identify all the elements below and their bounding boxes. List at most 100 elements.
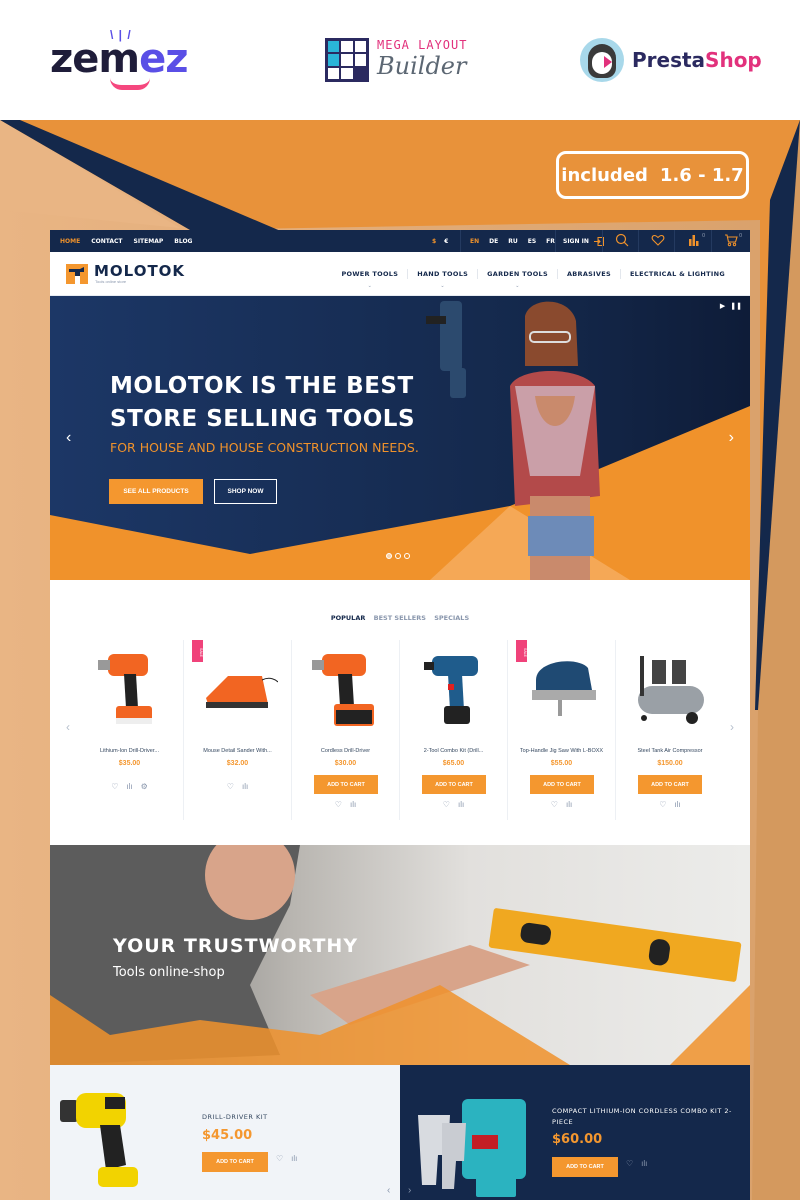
compare-icon[interactable]: ılı <box>126 782 132 791</box>
heart-icon[interactable]: ♡ <box>626 1159 633 1168</box>
product-image[interactable] <box>630 646 710 728</box>
compare-icon[interactable]: ılı <box>291 1154 297 1163</box>
wishlist-button[interactable] <box>651 233 665 249</box>
product-image[interactable] <box>414 646 494 728</box>
badge-label: included <box>561 164 648 186</box>
compare-button[interactable]: 0 <box>687 233 705 249</box>
slider-pagination <box>386 553 410 559</box>
currency-switcher: $ € <box>432 230 448 252</box>
add-to-cart-button[interactable]: ADD TO CART <box>314 775 378 794</box>
compare-icon <box>689 235 699 246</box>
quick-view-icon[interactable]: ⚙ <box>141 782 148 791</box>
lang-fr[interactable]: FR <box>546 238 555 245</box>
search-button[interactable] <box>615 233 629 249</box>
top-link-contact[interactable]: CONTACT <box>91 238 122 245</box>
add-to-cart-button[interactable]: ADD TO CART <box>530 775 594 794</box>
compare-icon[interactable]: ılı <box>242 782 248 791</box>
top-link-sitemap[interactable]: SITEMAP <box>134 238 164 245</box>
combo-kit-image[interactable] <box>410 1095 530 1200</box>
tab-popular[interactable]: POPULAR <box>331 614 366 622</box>
hero-subtitle: FOR HOUSE AND HOUSE CONSTRUCTION NEEDS. <box>110 440 419 455</box>
product-price: $35.00 <box>118 760 141 767</box>
heart-icon[interactable]: ♡ <box>443 800 450 809</box>
store-logo-name[interactable]: MOLOTOK <box>94 262 185 280</box>
cart-button[interactable]: 0 <box>724 233 742 249</box>
nav-garden-tools[interactable]: GARDEN TOOLS ⌄ <box>477 269 557 289</box>
hammer-logo-icon[interactable] <box>66 264 88 284</box>
product-image[interactable] <box>306 646 386 728</box>
hero-slider: MOLOTOK IS THE BEST STORE SELLING TOOLS F… <box>50 296 750 580</box>
lang-ru[interactable]: RU <box>508 238 518 245</box>
slide-dot[interactable] <box>395 553 401 559</box>
tab-specials[interactable]: SPECIALS <box>434 614 469 622</box>
featured-prev-icon[interactable]: ‹ <box>387 1185 390 1196</box>
heart-icon[interactable]: ♡ <box>111 782 118 791</box>
heart-icon[interactable]: ♡ <box>551 800 558 809</box>
compare-icon[interactable]: ılı <box>458 800 464 809</box>
product-price: $30.00 <box>334 760 357 767</box>
nav-hand-tools[interactable]: HAND TOOLS ⌄ <box>407 269 477 289</box>
product-name[interactable]: Steel Tank Air Compressor <box>618 748 722 754</box>
drill-driver-kit-image[interactable] <box>60 1085 180 1195</box>
tab-best-sellers[interactable]: BEST SELLERS <box>374 614 426 622</box>
lang-es[interactable]: ES <box>528 238 536 245</box>
product-tabs: POPULAR BEST SELLERS SPECIALS <box>50 614 750 622</box>
add-to-cart-button[interactable]: ADD TO CART <box>202 1152 268 1172</box>
store-preview: HOME CONTACT SITEMAP BLOG $ € EN DE RU E… <box>50 230 750 1200</box>
product-tabs-section: POPULAR BEST SELLERS SPECIALS ‹ › Lithiu… <box>50 580 750 845</box>
sign-in-link[interactable]: SIGN IN <box>563 230 604 252</box>
product-actions: ♡ ılı <box>616 800 724 809</box>
slider-controls: ▶ ❚❚ <box>720 302 742 310</box>
add-to-cart-button[interactable]: ADD TO CART <box>422 775 486 794</box>
language-switcher: EN DE RU ES FR <box>470 230 555 252</box>
product-name[interactable]: 2-Tool Combo Kit (Drill... <box>402 748 505 754</box>
compare-icon[interactable]: ılı <box>641 1159 647 1168</box>
slide-dot[interactable] <box>386 553 392 559</box>
hero-prev-arrow-icon[interactable]: ‹ <box>66 429 71 447</box>
carousel-prev-icon[interactable]: ‹ <box>66 720 70 734</box>
heart-icon[interactable]: ♡ <box>335 800 342 809</box>
carousel-next-icon[interactable]: › <box>730 720 734 734</box>
add-to-cart-button[interactable]: ADD TO CART <box>552 1157 618 1177</box>
featured-product-name[interactable]: DRILL-DRIVER KIT <box>202 1112 268 1123</box>
product-name[interactable]: Cordless Drill-Driver <box>294 748 397 754</box>
featured-next-icon[interactable]: › <box>408 1185 411 1196</box>
currency-usd[interactable]: $ <box>432 238 436 245</box>
heart-icon[interactable]: ♡ <box>276 1154 283 1163</box>
compare-icon[interactable]: ılı <box>566 800 572 809</box>
product-name[interactable]: Lithium-Ion Drill-Driver... <box>78 748 181 754</box>
top-link-blog[interactable]: BLOG <box>174 238 192 245</box>
nav-abrasives[interactable]: ABRASIVES <box>556 269 620 279</box>
product-image[interactable] <box>522 646 602 728</box>
featured-product-name[interactable]: COMPACT LITHIUM-ION CORDLESS COMBO KIT 2… <box>552 1106 732 1128</box>
heart-icon[interactable]: ♡ <box>659 800 666 809</box>
product-name[interactable]: Mouse Detail Sander With... <box>186 748 289 754</box>
badge-versions: 1.6 - 1.7 <box>659 164 744 186</box>
heart-icon[interactable]: ♡ <box>227 782 234 791</box>
add-to-cart-button[interactable]: ADD TO CART <box>638 775 702 794</box>
pause-icon[interactable]: ❚❚ <box>730 302 742 310</box>
featured-actions: ♡ ılı <box>626 1159 647 1168</box>
featured-actions: ♡ ılı <box>276 1154 297 1163</box>
lang-en[interactable]: EN <box>470 238 479 245</box>
product-image[interactable] <box>90 646 170 728</box>
currency-eur[interactable]: € <box>444 238 448 245</box>
play-icon[interactable]: ▶ <box>720 302 725 310</box>
hero-next-arrow-icon[interactable]: › <box>729 429 734 447</box>
nav-electrical-lighting[interactable]: ELECTRICAL & LIGHTING <box>619 269 734 279</box>
see-all-products-button[interactable]: SEE ALL PRODUCTS <box>109 479 203 504</box>
product-image[interactable] <box>198 646 278 728</box>
banner-title: YOUR TRUSTWORTHY <box>113 935 359 957</box>
featured-card: DRILL-DRIVER KIT $45.00 ADD TO CART ♡ ıl… <box>50 1065 400 1200</box>
slide-dot[interactable] <box>404 553 410 559</box>
divider <box>602 230 603 252</box>
trust-banner: YOUR TRUSTWORTHY Tools online-shop <box>50 845 750 1065</box>
compare-icon[interactable]: ılı <box>350 800 356 809</box>
lang-de[interactable]: DE <box>489 238 498 245</box>
compare-icon[interactable]: ılı <box>674 800 680 809</box>
shop-now-button[interactable]: SHOP NOW <box>214 479 277 504</box>
nav-power-tools[interactable]: POWER TOOLS ⌄ <box>332 269 407 289</box>
product-name[interactable]: Top-Handle Jig Saw With L-BOXX <box>510 748 613 754</box>
top-link-home[interactable]: HOME <box>60 238 80 245</box>
heart-icon <box>651 234 665 246</box>
